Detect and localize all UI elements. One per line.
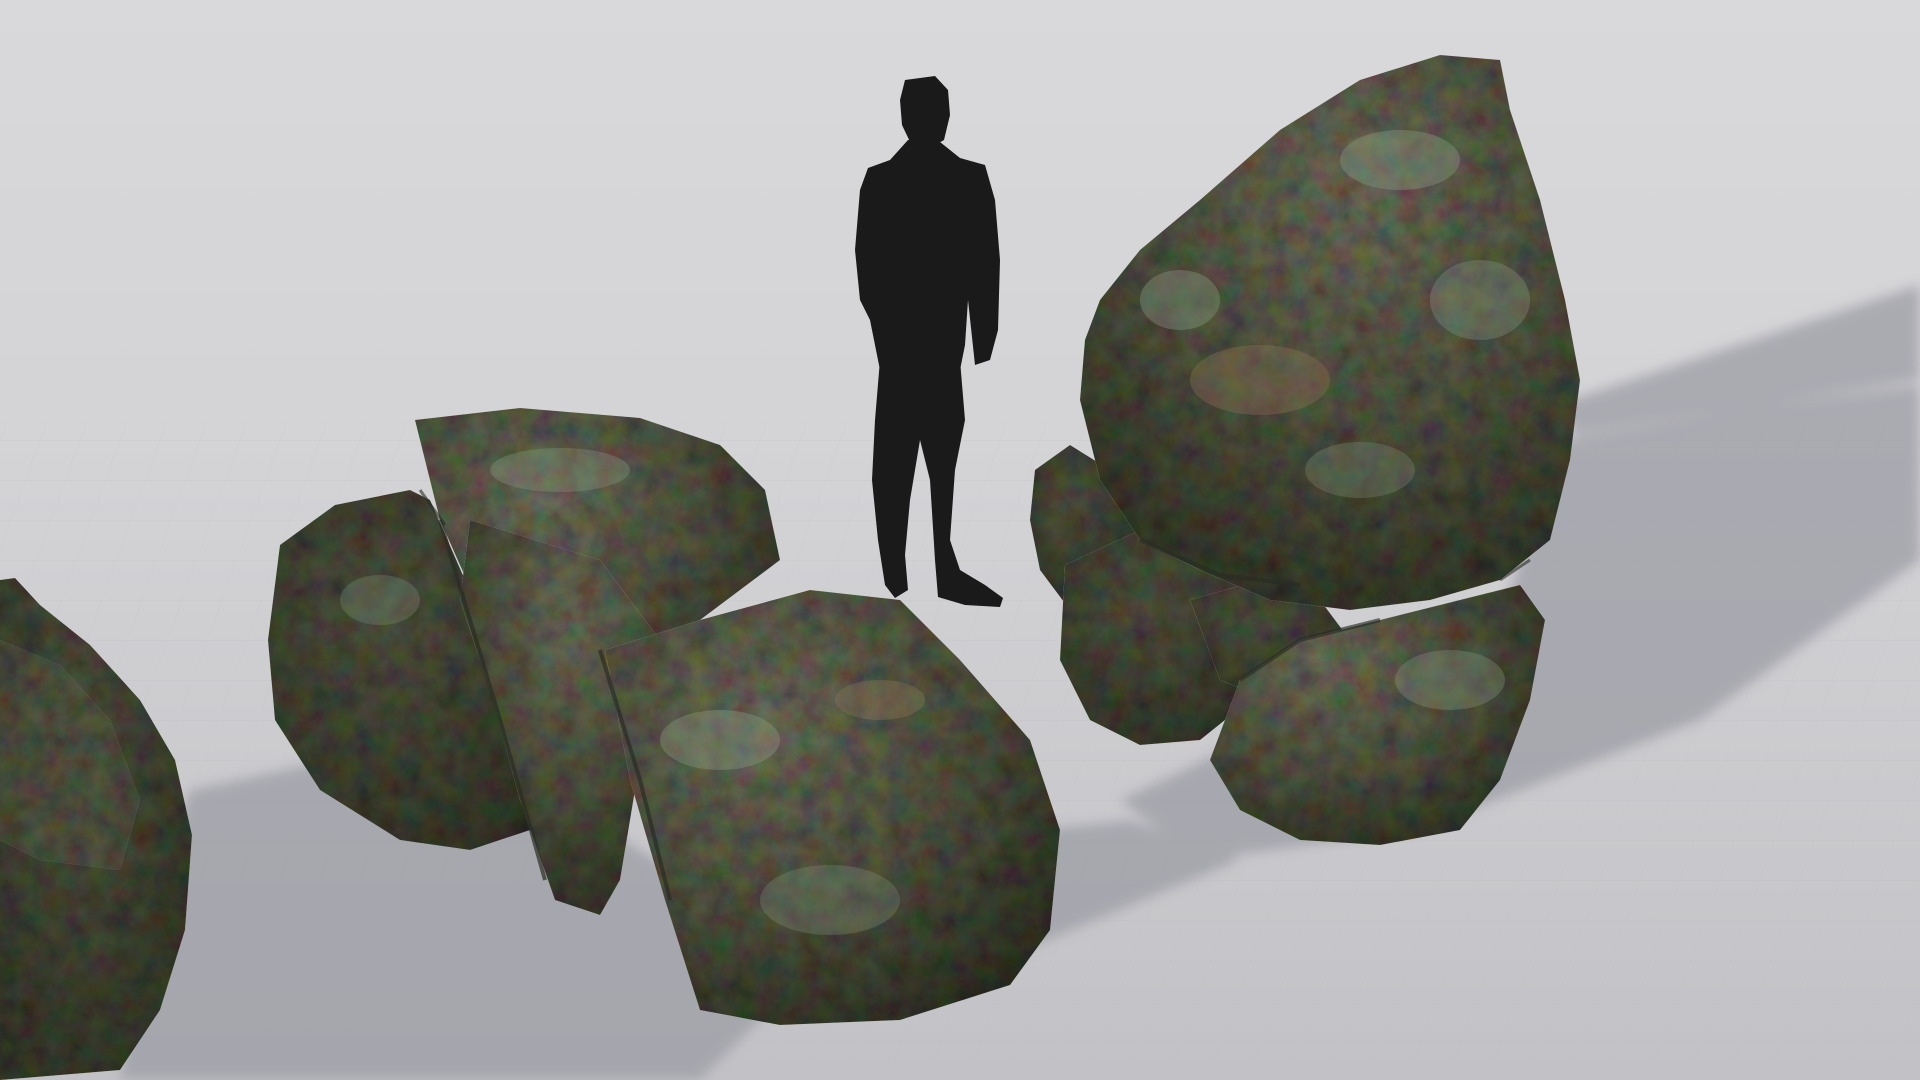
render-scene: [0, 0, 1920, 1080]
